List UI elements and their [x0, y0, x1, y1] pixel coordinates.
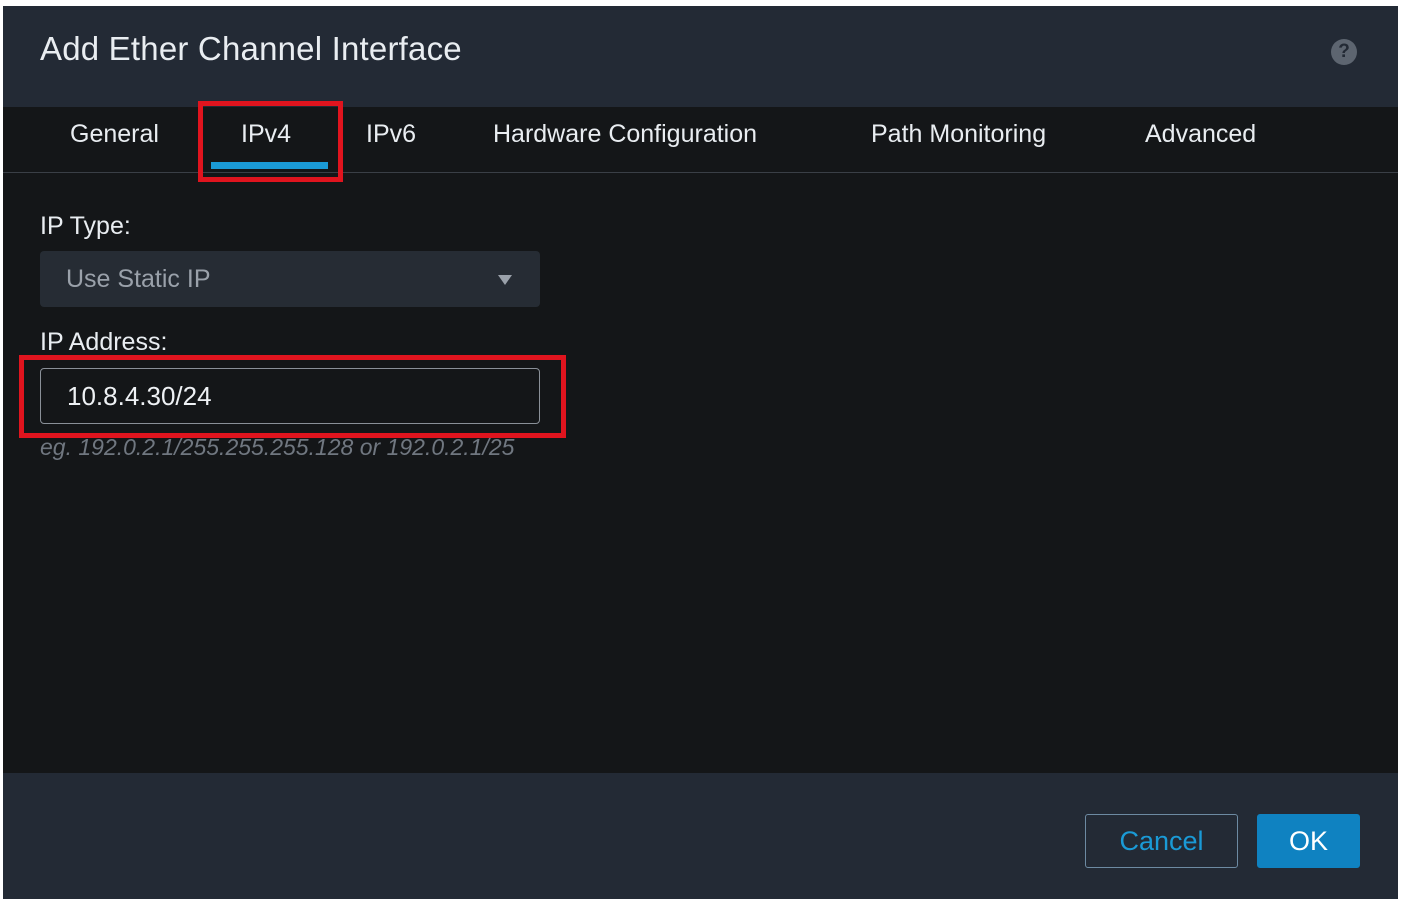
add-ether-channel-dialog: Add Ether Channel Interface ? General IP…	[3, 6, 1398, 899]
active-tab-indicator	[211, 162, 328, 169]
ip-address-input[interactable]	[40, 368, 540, 424]
tab-general[interactable]: General	[70, 107, 159, 172]
tab-path-monitoring[interactable]: Path Monitoring	[871, 107, 1046, 172]
caret-down-icon	[498, 275, 512, 285]
tab-advanced[interactable]: Advanced	[1145, 107, 1256, 172]
ok-button[interactable]: OK	[1257, 814, 1360, 868]
dialog-footer: Cancel OK	[3, 773, 1398, 899]
ip-type-value: Use Static IP	[66, 265, 211, 293]
ip-address-hint: eg. 192.0.2.1/255.255.255.128 or 192.0.2…	[40, 434, 515, 460]
ip-type-select[interactable]: Use Static IP	[40, 251, 540, 307]
dialog-title: Add Ether Channel Interface	[40, 30, 462, 67]
tab-ipv6[interactable]: IPv6	[366, 107, 416, 172]
dialog-header: Add Ether Channel Interface ?	[3, 6, 1398, 107]
ip-type-label: IP Type:	[40, 212, 131, 240]
ip-address-label: IP Address:	[40, 328, 168, 356]
help-icon[interactable]: ?	[1331, 39, 1357, 65]
tab-hardware-configuration[interactable]: Hardware Configuration	[493, 107, 757, 172]
cancel-button[interactable]: Cancel	[1085, 814, 1238, 868]
